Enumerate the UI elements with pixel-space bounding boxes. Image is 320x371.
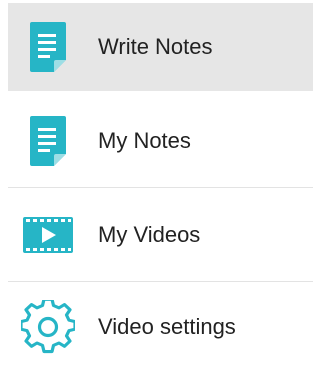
menu-item-label: Write Notes <box>98 34 213 59</box>
menu-item-video-settings[interactable]: Video settings <box>8 283 313 371</box>
divider <box>8 187 313 188</box>
menu-item-label: Video settings <box>98 314 236 339</box>
menu-item-label: My Notes <box>98 128 191 153</box>
menu-item-write-notes[interactable]: Write Notes <box>8 3 313 91</box>
note-document-icon <box>18 17 78 77</box>
divider <box>8 281 313 282</box>
gear-icon <box>18 297 78 357</box>
menu-item-label: My Videos <box>98 222 201 247</box>
menu-item-my-videos[interactable]: My Videos <box>8 191 313 279</box>
menu-item-my-notes[interactable]: My Notes <box>8 97 313 185</box>
video-filmstrip-icon <box>18 205 78 265</box>
navigation-menu: Write Notes My Notes My Videos Video set… <box>0 0 313 365</box>
note-document-icon <box>18 111 78 171</box>
